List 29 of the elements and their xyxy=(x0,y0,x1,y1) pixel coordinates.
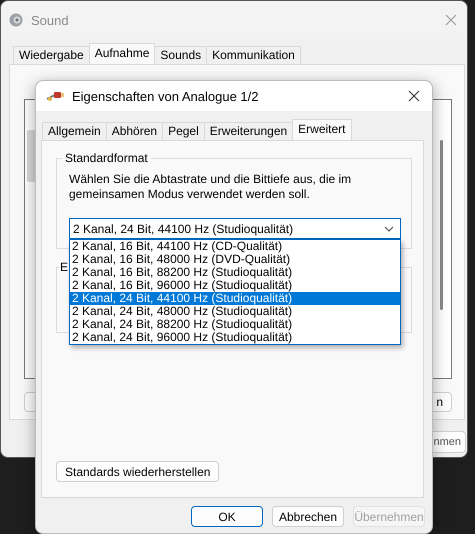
restore-defaults-button[interactable]: Standards wiederherstellen xyxy=(56,461,220,482)
dropdown-option[interactable]: 2 Kanal, 24 Bit, 48000 Hz (Studioqualität) xyxy=(70,305,400,318)
dropdown-option[interactable]: 2 Kanal, 16 Bit, 48000 Hz (DVD-Qualität) xyxy=(70,253,400,266)
button[interactable]: OK xyxy=(191,506,263,527)
dropdown-option[interactable]: 2 Kanal, 24 Bit, 44100 Hz (Studioqualität) xyxy=(70,292,400,305)
dropdown-option[interactable]: 2 Kanal, 24 Bit, 88200 Hz (Studioqualität) xyxy=(70,318,400,331)
dropdown-option[interactable]: 2 Kanal, 16 Bit, 96000 Hz (Studioqualität) xyxy=(70,279,400,292)
tab[interactable]: Erweiterungen xyxy=(204,122,294,140)
tab[interactable]: Pegel xyxy=(162,122,205,140)
dropdown-option[interactable]: 2 Kanal, 24 Bit, 96000 Hz (Studioqualität) xyxy=(70,331,400,344)
description-text: Wählen Sie die Abtastrate und die Bittiefe aus, die im gemeinsamen Modus verwendet werden soll. xyxy=(69,172,352,202)
tab[interactable]: Allgemein xyxy=(42,122,107,140)
speaker-icon xyxy=(9,13,23,27)
tab[interactable]: Wiedergabe xyxy=(13,46,90,64)
cable-plug-icon xyxy=(46,90,64,102)
dropdown-option[interactable]: 2 Kanal, 16 Bit, 88200 Hz (Studioqualität) xyxy=(70,266,400,279)
button[interactable]: Abbrechen xyxy=(272,506,344,527)
tab[interactable]: Kommunikation xyxy=(206,46,301,64)
group-title: Standardformat xyxy=(62,151,151,165)
format-dropdown[interactable]: 2 Kanal, 24 Bit, 44100 Hz (Studioqualität) xyxy=(69,218,401,239)
scrollbar[interactable] xyxy=(440,140,443,310)
close-icon[interactable] xyxy=(408,90,420,102)
tab[interactable]: Aufnahme xyxy=(88,43,156,64)
group-title: E xyxy=(59,260,70,274)
dropdown-option[interactable]: 2 Kanal, 16 Bit, 44100 Hz (CD-Qualität) xyxy=(70,240,400,253)
chevron-down-icon xyxy=(384,226,394,232)
window-title: Sound xyxy=(31,12,69,28)
tab[interactable]: Erweitert xyxy=(292,119,352,140)
window-title: Eigenschaften von Analogue 1/2 xyxy=(72,88,258,104)
